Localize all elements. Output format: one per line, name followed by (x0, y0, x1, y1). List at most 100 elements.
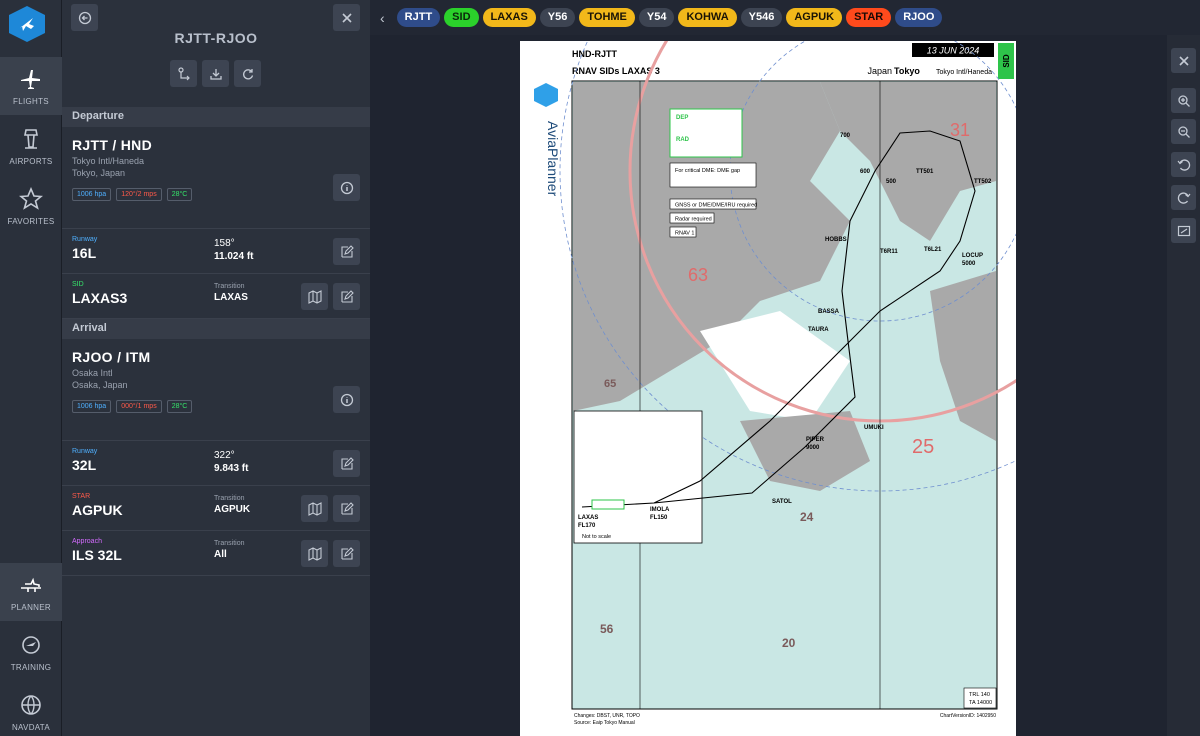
star-transition: Transition AGPUK (214, 495, 250, 515)
tab-tohme[interactable]: TOHME (579, 8, 635, 27)
info-icon (340, 181, 353, 194)
fit-page-button[interactable] (1171, 218, 1196, 243)
arrival-wind: 000°/1 mps (116, 400, 162, 413)
refresh-button[interactable] (234, 60, 261, 87)
note-box-1 (669, 162, 757, 188)
chart-page[interactable]: HND-RJTT 13 JUN 2024 SID RNAV SIDs LAXAS… (520, 0, 1200, 736)
edit-approach-button[interactable] (333, 540, 360, 567)
close-chart-button[interactable] (1171, 48, 1196, 73)
arrival-temp: 28°C (166, 400, 193, 413)
edit-sid-button[interactable] (333, 283, 360, 310)
brand-name: AviaPlanner (545, 121, 561, 197)
download-button[interactable] (202, 60, 229, 87)
fix-tt501: TT501 (916, 169, 934, 175)
chart-date: 13 JUN 2024 (927, 46, 980, 56)
tab-rjtt[interactable]: RJTT (396, 8, 441, 27)
alt-500: 500 (886, 179, 897, 185)
chart-city: Tokyo (894, 66, 920, 76)
chart-note-3: Radar required (675, 217, 712, 223)
zoom-out-button[interactable] (1171, 119, 1196, 144)
tab-agpuk[interactable]: AGPUK (786, 8, 843, 27)
back-button[interactable] (71, 4, 98, 31)
sid-transition-label: Transition (214, 283, 245, 290)
chart-viewer[interactable]: HND-RJTT 13 JUN 2024 SID RNAV SIDs LAXAS… (370, 0, 1200, 736)
chart-note-1: For critical DME: DME gap (675, 168, 740, 174)
nav-airports-label: AIRPORTS (9, 156, 53, 166)
zoom-in-button[interactable] (1171, 88, 1196, 113)
arrival-weather: 1006 hpa 000°/1 mps 28°C (72, 400, 360, 413)
fix-taura: TAURA (808, 327, 829, 333)
nav-planner[interactable]: PLANNER (0, 563, 62, 621)
fix-t6l21: T6L21 (924, 247, 942, 253)
fix-hobbs: HOBBS (825, 237, 847, 243)
chevron-left-icon[interactable]: ‹ (380, 10, 385, 26)
msa-56: 56 (600, 622, 614, 636)
tab-laxas[interactable]: LAXAS (482, 8, 536, 27)
star-map-button[interactable] (301, 495, 328, 522)
tab-kohwa[interactable]: KOHWA (678, 8, 737, 27)
sid-row: SID LAXAS3 Transition LAXAS (62, 274, 370, 319)
nav-airports[interactable]: AIRPORTS (0, 117, 62, 175)
close-panel-button[interactable] (333, 4, 360, 31)
nav-flights-label: FLIGHTS (13, 96, 49, 106)
tab-y56[interactable]: Y56 (539, 8, 576, 27)
approach-row: Approach ILS 32L Transition All (62, 531, 370, 576)
nav-training[interactable]: TRAINING (0, 623, 62, 681)
alt-fl150: FL150 (650, 515, 668, 521)
download-icon (209, 68, 222, 80)
arrival-section-label: Arrival (62, 319, 370, 339)
back-arrow-icon (78, 11, 91, 24)
star-icon (19, 186, 43, 210)
plane-logo-icon (20, 18, 34, 31)
edit-star-button[interactable] (333, 495, 360, 522)
edit-icon (340, 501, 354, 515)
rotate-left-button[interactable] (1171, 152, 1196, 177)
departure-code: RJTT / HND (72, 137, 152, 153)
msa-63: 63 (688, 265, 708, 285)
map-icon (307, 546, 322, 561)
tab-y546[interactable]: Y546 (740, 8, 783, 27)
tab-sid[interactable]: SID (444, 8, 479, 27)
panel-header: RJTT-RJOO (62, 0, 370, 107)
arrival-info-button[interactable] (333, 386, 360, 413)
nav-navdata-label: NAVDATA (11, 722, 51, 732)
tab-star[interactable]: STAR (846, 8, 892, 27)
ta-value: TA 14000 (969, 700, 992, 706)
nav-planner-label: PLANNER (11, 602, 51, 612)
fix-bassa: BASSA (818, 309, 840, 315)
arrival-runway-heading: 322° (214, 450, 235, 461)
alt-9000: 9000 (806, 445, 820, 451)
tab-y54[interactable]: Y54 (638, 8, 675, 27)
sid-transition: Transition LAXAS (214, 283, 248, 303)
fix-piper: PIPER (806, 437, 825, 443)
tab-rjoo[interactable]: RJOO (895, 8, 943, 27)
app-logo[interactable] (9, 6, 45, 42)
edit-arrival-runway-button[interactable] (333, 450, 360, 477)
departure-section-label: Departure (62, 107, 370, 127)
close-icon (1178, 55, 1189, 66)
approach-map-button[interactable] (301, 540, 328, 567)
sid-tag: SID (1002, 54, 1011, 68)
arrival-name: Osaka Intl (72, 368, 113, 378)
departure-temp: 28°C (166, 188, 193, 201)
departure-runway-length: 11.024 ft (214, 251, 254, 262)
sid-map-button[interactable] (301, 283, 328, 310)
rotate-right-button[interactable] (1171, 185, 1196, 210)
route-planner-button[interactable] (170, 60, 197, 87)
nav-navdata[interactable]: NAVDATA (0, 683, 62, 736)
nav-favorites-label: FAVORITES (7, 216, 55, 226)
departure-runway-heading: 158° (214, 238, 235, 249)
chart-tools (1167, 35, 1200, 736)
msa-65: 65 (604, 378, 616, 390)
approach-transition-label: Transition (214, 540, 245, 547)
nav-favorites[interactable]: FAVORITES (0, 177, 62, 235)
globe-icon (21, 694, 41, 715)
nav-flights[interactable]: FLIGHTS (0, 57, 62, 115)
alt-fl170: FL170 (578, 523, 596, 529)
alt-700: 700 (840, 133, 851, 139)
fix-tt502: TT502 (974, 179, 992, 185)
brand-logo-icon (534, 83, 558, 107)
fix-umuki: UMUKI (864, 425, 884, 431)
departure-info-button[interactable] (333, 174, 360, 201)
edit-departure-runway-button[interactable] (333, 238, 360, 265)
